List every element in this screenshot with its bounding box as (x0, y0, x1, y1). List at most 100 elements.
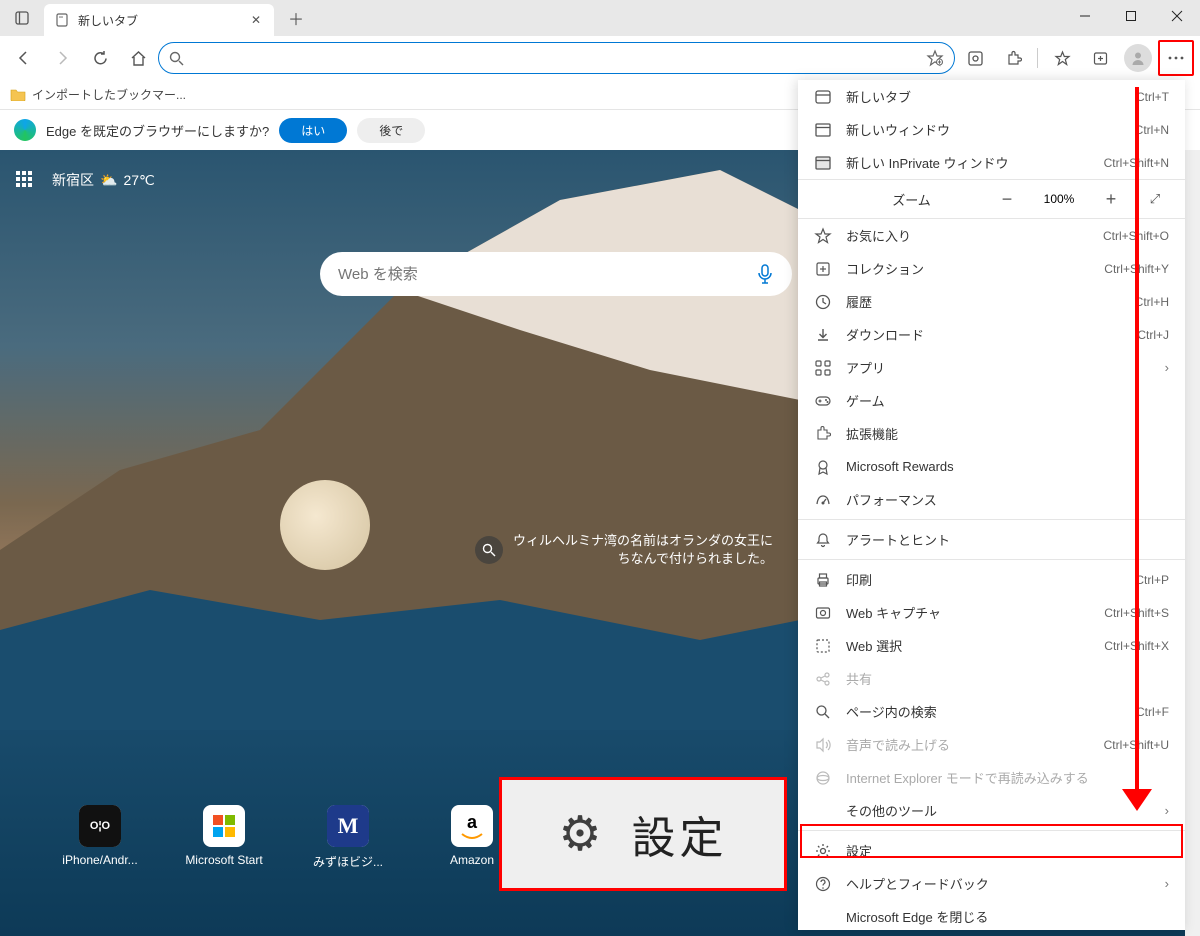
vertical-scrollbar[interactable] (1185, 150, 1200, 936)
menu-item-label: その他のツール (846, 801, 1151, 820)
voice-search-icon[interactable] (756, 264, 774, 284)
settings-callout-label: 設定 (632, 802, 728, 866)
profile-avatar[interactable] (1120, 40, 1156, 76)
favorites-button[interactable] (1044, 40, 1080, 76)
tab-title: 新しいタブ (78, 12, 240, 29)
menu-item-shortcut: Ctrl+P (1135, 573, 1169, 587)
prompt-yes-button[interactable]: はい (279, 118, 347, 143)
quick-link-icon (203, 805, 245, 847)
favorite-star-icon[interactable] (926, 49, 944, 67)
browser-tab[interactable]: 新しいタブ ✕ (44, 4, 274, 36)
menu-item-label: 新しいウィンドウ (846, 120, 1121, 139)
gear-icon (814, 842, 832, 860)
quick-link[interactable]: Mみずほビジ... (308, 805, 388, 870)
menu-item[interactable]: 履歴Ctrl+H (798, 285, 1185, 318)
new-tab-button[interactable]: ＋ (282, 4, 310, 32)
menu-item[interactable]: お気に入りCtrl+Shift+O (798, 219, 1185, 252)
menu-item[interactable]: Web キャプチャCtrl+Shift+S (798, 596, 1185, 629)
menu-item[interactable]: Microsoft Edge を閉じる (798, 900, 1185, 933)
menu-item[interactable]: Microsoft Rewards (798, 450, 1185, 483)
quick-link-icon: M (327, 805, 369, 847)
menu-item[interactable]: 拡張機能 (798, 417, 1185, 450)
minimize-button[interactable] (1062, 0, 1108, 32)
settings-and-more-button[interactable] (1158, 40, 1194, 76)
menu-item[interactable]: 新しいウィンドウ Ctrl+N (798, 113, 1185, 146)
menu-divider (798, 519, 1185, 520)
zoom-in-button[interactable]: + (1095, 189, 1127, 210)
quick-link[interactable]: Microsoft Start (184, 805, 264, 870)
menu-item-label: ゲーム (846, 391, 1169, 410)
menu-item[interactable]: コレクションCtrl+Shift+Y (798, 252, 1185, 285)
collection-icon (814, 260, 832, 278)
folder-icon (10, 88, 26, 101)
menu-item-shortcut: Ctrl+Shift+Y (1104, 262, 1169, 276)
menu-item-shortcut: Ctrl+Shift+U (1104, 738, 1169, 752)
tab-actions-icon[interactable] (0, 11, 44, 25)
perf-icon (814, 491, 832, 509)
menu-item-shortcut: Ctrl+T (1136, 90, 1169, 104)
download-icon (814, 326, 832, 344)
quick-link-label: Microsoft Start (184, 853, 264, 867)
quick-link[interactable]: O¦OiPhone/Andr... (60, 805, 140, 870)
ntp-search-box[interactable] (320, 252, 792, 296)
menu-item-shortcut: Ctrl+J (1137, 328, 1169, 342)
menu-item[interactable]: ヘルプとフィードバック› (798, 867, 1185, 900)
collections-button[interactable] (1082, 40, 1118, 76)
menu-item[interactable]: その他のツール› (798, 794, 1185, 827)
ext-icon (814, 425, 832, 443)
toolbar (0, 36, 1200, 80)
ntp-search-input[interactable] (338, 266, 746, 283)
menu-item[interactable]: 新しい InPrivate ウィンドウCtrl+Shift+N (798, 146, 1185, 179)
menu-item-label: ページ内の検索 (846, 702, 1122, 721)
window-icon (814, 121, 832, 139)
back-button[interactable] (6, 40, 42, 76)
prompt-text: Edge を既定のブラウザーにしますか? (46, 121, 269, 140)
address-bar[interactable] (158, 42, 955, 74)
menu-item-label: お気に入り (846, 226, 1089, 245)
menu-item[interactable]: 印刷Ctrl+P (798, 563, 1185, 596)
gear-icon: ⚙ (558, 806, 601, 862)
weather-widget[interactable]: 新宿区 ⛅ 27℃ (52, 170, 155, 190)
extensions-icon[interactable] (995, 40, 1031, 76)
tracking-prevention-icon[interactable] (957, 40, 993, 76)
menu-item[interactable]: ゲーム (798, 384, 1185, 417)
quick-links-row: O¦OiPhone/Andr... Microsoft Start Mみずほビジ..… (60, 805, 512, 870)
menu-item-label: Web 選択 (846, 636, 1090, 655)
menu-item[interactable]: ページ内の検索Ctrl+F (798, 695, 1185, 728)
menu-item-label: Microsoft Rewards (846, 459, 1169, 474)
help-icon (814, 875, 832, 893)
menu-item[interactable]: アプリ› (798, 351, 1185, 384)
zoom-out-button[interactable]: − (991, 189, 1023, 210)
home-button[interactable] (120, 40, 156, 76)
maximize-button[interactable] (1108, 0, 1154, 32)
background-info[interactable]: ウィルヘルミナ湾の名前はオランダの女王にちなんで付けられました。 (475, 532, 773, 568)
app-launcher-icon[interactable] (16, 171, 34, 189)
menu-item-label: 設定 (846, 841, 1169, 860)
zoom-percent: 100% (1037, 192, 1081, 206)
menu-item[interactable]: パフォーマンス (798, 483, 1185, 516)
menu-item-shortcut: Ctrl+N (1135, 123, 1169, 137)
quick-link-label: iPhone/Andr... (60, 853, 140, 867)
menu-item[interactable]: 新しいタブCtrl+T (798, 80, 1185, 113)
background-info-text: ウィルヘルミナ湾の名前はオランダの女王にちなんで付けられました。 (513, 532, 773, 568)
tab-close-button[interactable]: ✕ (248, 12, 264, 28)
menu-item[interactable]: ダウンロードCtrl+J (798, 318, 1185, 351)
tab-page-icon (54, 12, 70, 28)
fullscreen-button[interactable]: ⤢ (1141, 191, 1169, 207)
menu-item-label: アラートとヒント (846, 530, 1169, 549)
menu-item[interactable]: 設定 (798, 834, 1185, 867)
prompt-later-button[interactable]: 後で (357, 118, 425, 143)
zoom-label: ズーム (846, 190, 977, 209)
menu-divider (798, 830, 1185, 831)
titlebar: 新しいタブ ✕ ＋ (0, 0, 1200, 36)
settings-callout: ⚙ 設定 (499, 777, 787, 891)
tab-icon (814, 88, 832, 106)
address-input[interactable] (192, 51, 918, 66)
forward-button[interactable] (44, 40, 80, 76)
inprivate-icon (814, 154, 832, 172)
bookmark-folder-label[interactable]: インポートしたブックマー... (32, 86, 186, 103)
menu-item[interactable]: Web 選択Ctrl+Shift+X (798, 629, 1185, 662)
refresh-button[interactable] (82, 40, 118, 76)
close-window-button[interactable] (1154, 0, 1200, 32)
menu-item[interactable]: アラートとヒント (798, 523, 1185, 556)
